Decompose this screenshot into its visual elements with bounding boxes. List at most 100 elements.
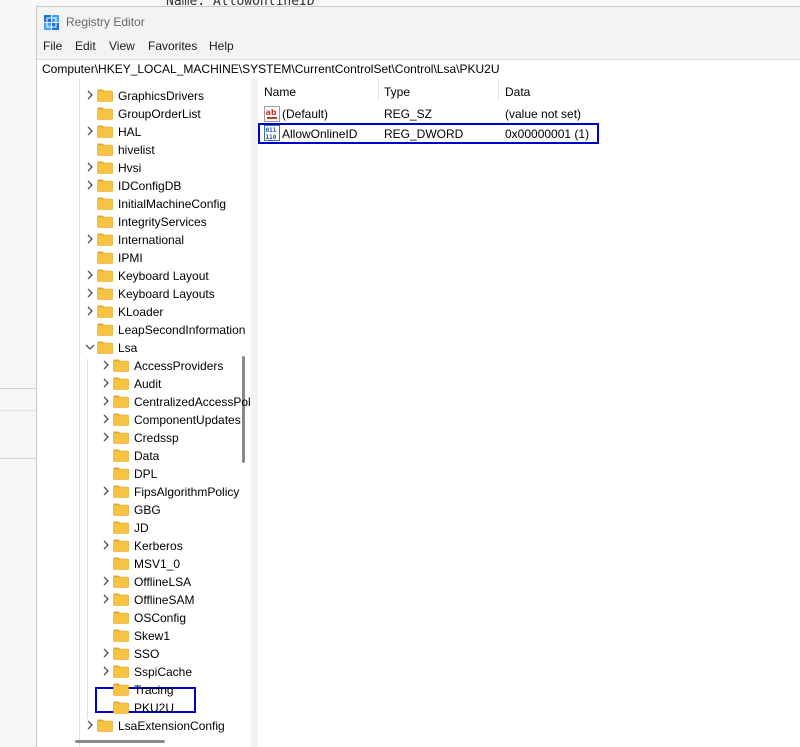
column-header-name[interactable]: Name xyxy=(258,79,378,101)
chevron-right-icon[interactable] xyxy=(101,540,111,550)
chevron-right-icon[interactable] xyxy=(101,486,111,496)
folder-icon xyxy=(97,197,113,210)
chevron-right-icon[interactable] xyxy=(85,90,95,100)
folder-icon xyxy=(113,413,129,426)
tree-item-osconfig[interactable]: OSConfig xyxy=(37,609,251,627)
folder-icon xyxy=(97,233,113,246)
tree-item-skew1[interactable]: Skew1 xyxy=(37,627,251,645)
menu-help[interactable]: Help xyxy=(209,39,234,53)
value-row-default[interactable]: ab (Default) REG_SZ (value not set) xyxy=(258,105,800,123)
folder-icon xyxy=(113,539,129,552)
chevron-right-icon[interactable] xyxy=(85,180,95,190)
tree-item-tracing[interactable]: Tracing xyxy=(37,681,251,699)
chevron-right-icon[interactable] xyxy=(85,720,95,730)
chevron-down-icon[interactable] xyxy=(85,342,95,352)
tree-item-label: Audit xyxy=(134,377,162,391)
title-bar[interactable]: Registry Editor xyxy=(37,7,800,37)
pane-splitter[interactable] xyxy=(251,79,258,747)
folder-icon xyxy=(97,143,113,156)
tree-item-componentupdates[interactable]: ComponentUpdates xyxy=(37,411,251,429)
column-header-type[interactable]: Type xyxy=(379,79,498,101)
tree-item-msv1-0[interactable]: MSV1_0 xyxy=(37,555,251,573)
tree-item-sspicache[interactable]: SspiCache xyxy=(37,663,251,681)
chevron-right-icon[interactable] xyxy=(85,162,95,172)
tree-item-international[interactable]: International xyxy=(37,231,251,249)
chevron-right-icon[interactable] xyxy=(101,378,111,388)
tree-item-grouporderlist[interactable]: GroupOrderList xyxy=(37,105,251,123)
chevron-right-icon[interactable] xyxy=(101,432,111,442)
menu-favorites[interactable]: Favorites xyxy=(148,39,197,53)
tree-item-label: ComponentUpdates xyxy=(134,413,241,427)
address-bar[interactable]: Computer\HKEY_LOCAL_MACHINE\SYSTEM\Curre… xyxy=(37,59,800,80)
chevron-right-icon[interactable] xyxy=(101,360,111,370)
tree-item-hvsi[interactable]: Hvsi xyxy=(37,159,251,177)
tree-item-label: InitialMachineConfig xyxy=(118,197,227,211)
tree-item-kerberos[interactable]: Kerberos xyxy=(37,537,251,555)
chevron-right-icon[interactable] xyxy=(85,270,95,280)
folder-icon xyxy=(97,269,113,282)
folder-icon xyxy=(113,395,129,408)
tree-item-centralizedaccesspolicies[interactable]: CentralizedAccessPolicies xyxy=(37,393,251,411)
tree-horizontal-scrollbar[interactable] xyxy=(75,740,165,743)
folder-icon xyxy=(97,305,113,318)
folder-icon xyxy=(97,89,113,102)
tree-item-fipsalgorithmpolicy[interactable]: FipsAlgorithmPolicy xyxy=(37,483,251,501)
tree-item-initialmachineconfig[interactable]: InitialMachineConfig xyxy=(37,195,251,213)
tree-item-offlinelsa[interactable]: OfflineLSA xyxy=(37,573,251,591)
tree-item-lsaextensionconfig[interactable]: LsaExtensionConfig xyxy=(37,717,251,735)
chevron-right-icon[interactable] xyxy=(85,288,95,298)
chevron-right-icon[interactable] xyxy=(101,414,111,424)
menu-file[interactable]: File xyxy=(43,39,62,53)
chevron-right-icon[interactable] xyxy=(101,576,111,586)
menu-view[interactable]: View xyxy=(109,39,135,53)
folder-icon xyxy=(113,611,129,624)
tree-item-graphicsdrivers[interactable]: GraphicsDrivers xyxy=(37,87,251,105)
chevron-right-icon[interactable] xyxy=(101,666,111,676)
tree-item-dpl[interactable]: DPL xyxy=(37,465,251,483)
tree-item-accessproviders[interactable]: AccessProviders xyxy=(37,357,251,375)
folder-icon xyxy=(113,485,129,498)
tree-item-label: Keyboard Layouts xyxy=(118,287,215,301)
chevron-right-icon[interactable] xyxy=(85,126,95,136)
tree-item-lsa[interactable]: Lsa xyxy=(37,339,251,357)
tree-item-label: Credssp xyxy=(134,431,179,445)
tree-item-pku2u[interactable]: PKU2U xyxy=(37,699,251,717)
folder-icon xyxy=(113,431,129,444)
tree-item-label: GBG xyxy=(134,503,161,517)
tree-item-integrityservices[interactable]: IntegrityServices xyxy=(37,213,251,231)
tree-item-gbg[interactable]: GBG xyxy=(37,501,251,519)
tree-item-data[interactable]: Data xyxy=(37,447,251,465)
tree-item-kloader[interactable]: KLoader xyxy=(37,303,251,321)
tree-item-idconfigdb[interactable]: IDConfigDB xyxy=(37,177,251,195)
key-tree-pane[interactable]: GraphicsDrivers GroupOrderList HAL hivelist… xyxy=(37,79,251,747)
values-list-pane[interactable]: Name Type Data ab (Default) REG_SZ (valu… xyxy=(258,79,800,747)
chevron-right-icon[interactable] xyxy=(85,306,95,316)
folder-icon xyxy=(113,629,129,642)
chevron-right-icon[interactable] xyxy=(85,234,95,244)
tree-item-label: LeapSecondInformation xyxy=(118,323,246,337)
chevron-right-icon[interactable] xyxy=(101,594,111,604)
tree-item-label: GroupOrderList xyxy=(118,107,201,121)
tree-item-keyboard-layout[interactable]: Keyboard Layout xyxy=(37,267,251,285)
tree-item-hivelist[interactable]: hivelist xyxy=(37,141,251,159)
folder-icon xyxy=(113,359,129,372)
column-header-data[interactable]: Data xyxy=(499,79,699,101)
address-path[interactable]: Computer\HKEY_LOCAL_MACHINE\SYSTEM\Curre… xyxy=(42,62,500,76)
tree-item-label: HAL xyxy=(118,125,142,139)
tree-item-jd[interactable]: JD xyxy=(37,519,251,537)
folder-icon xyxy=(113,647,129,660)
tree-item-keyboard-layouts[interactable]: Keyboard Layouts xyxy=(37,285,251,303)
tree-item-credssp[interactable]: Credssp xyxy=(37,429,251,447)
svg-text:ab: ab xyxy=(266,108,277,117)
folder-icon xyxy=(113,521,129,534)
tree-item-hal[interactable]: HAL xyxy=(37,123,251,141)
tree-item-leapsecondinformation[interactable]: LeapSecondInformation xyxy=(37,321,251,339)
tree-item-offlinesam[interactable]: OfflineSAM xyxy=(37,591,251,609)
tree-item-ipmi[interactable]: IPMI xyxy=(37,249,251,267)
column-data-label: Data xyxy=(505,85,531,99)
tree-item-sso[interactable]: SSO xyxy=(37,645,251,663)
chevron-right-icon[interactable] xyxy=(101,396,111,406)
tree-item-audit[interactable]: Audit xyxy=(37,375,251,393)
menu-edit[interactable]: Edit xyxy=(75,39,96,53)
chevron-right-icon[interactable] xyxy=(101,648,111,658)
